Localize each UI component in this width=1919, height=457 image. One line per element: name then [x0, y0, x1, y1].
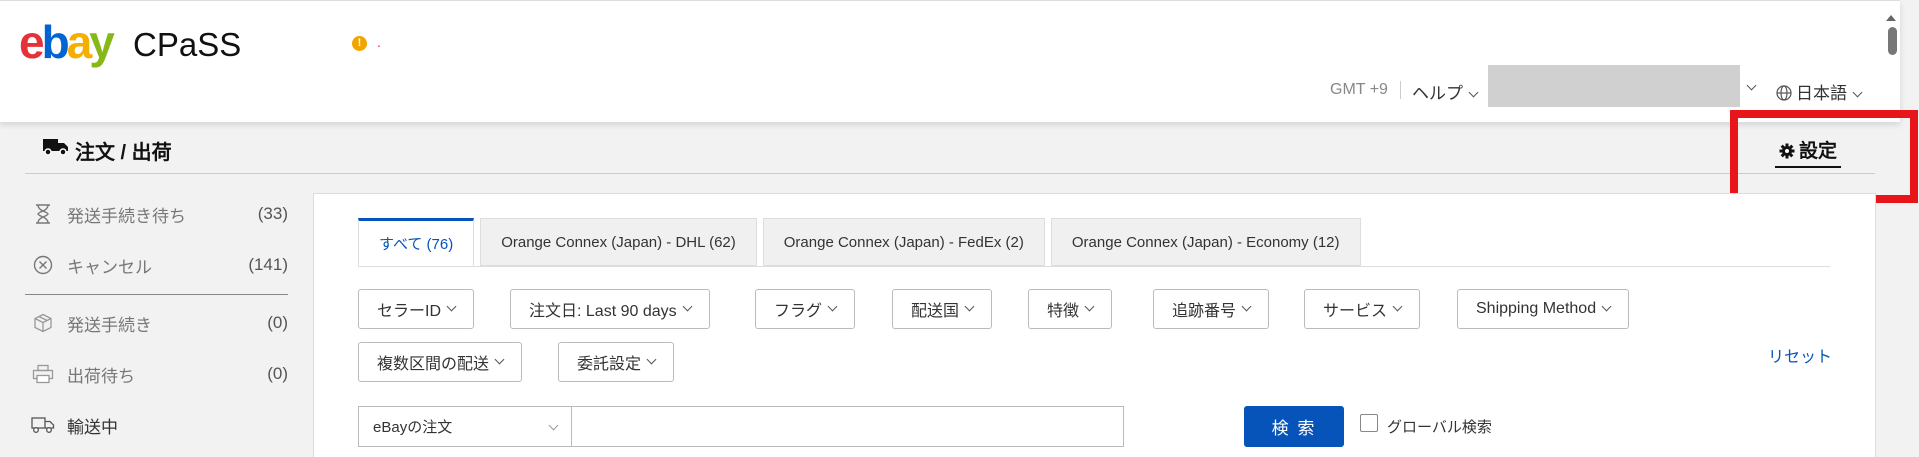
- warning-icon[interactable]: !: [352, 36, 367, 51]
- filter-label: セラーID: [377, 303, 442, 320]
- sidebar-item-count: (141): [248, 255, 288, 274]
- filter-label: 特徴: [1047, 303, 1080, 320]
- search-scope-select[interactable]: eBayの注文: [358, 406, 571, 447]
- chevron-down-icon: [1392, 301, 1403, 311]
- filter-tracking-number[interactable]: 追跡番号: [1153, 289, 1270, 329]
- filter-label: サービス: [1323, 303, 1388, 320]
- scrollbar-thumb[interactable]: [1888, 27, 1897, 55]
- global-search-checkbox[interactable]: [1360, 414, 1378, 432]
- page-title: 注文 / 出荷: [75, 142, 172, 164]
- chevron-down-icon: [682, 301, 693, 311]
- filter-multi-leg[interactable]: 複数区間の配送: [358, 342, 523, 382]
- filter-label: Shipping Method: [1476, 300, 1597, 317]
- filter-label: 追跡番号: [1172, 303, 1237, 320]
- chevron-down-icon: [1601, 301, 1612, 311]
- language-label: 日本語: [1796, 84, 1847, 103]
- printer-icon: [31, 362, 55, 386]
- scroll-up-arrow[interactable]: [1886, 15, 1896, 21]
- chevron-down-icon: [827, 301, 838, 311]
- truck-icon: [31, 413, 55, 437]
- filter-shipping-method[interactable]: Shipping Method: [1457, 289, 1630, 329]
- tab-economy[interactable]: Orange Connex (Japan) - Economy (12): [1050, 218, 1361, 266]
- sidebar-item-label: 発送手続き待ち: [67, 206, 186, 226]
- truck-icon: [43, 139, 68, 156]
- settings-tab[interactable]: 設定: [1775, 136, 1842, 168]
- tab-fedex[interactable]: Orange Connex (Japan) - FedEx (2): [762, 218, 1045, 266]
- sidebar-divider: [25, 294, 288, 295]
- cancel-circle-icon: [31, 253, 55, 277]
- globe-icon: [1776, 85, 1792, 101]
- global-search-label: グローバル検索: [1387, 419, 1492, 436]
- carrier-tabs: すべて (76) Orange Connex (Japan) - DHL (62…: [358, 218, 1367, 266]
- warning-text: .: [377, 34, 381, 50]
- tab-underline: [358, 266, 1830, 267]
- sidebar-item-count: (0): [267, 313, 288, 332]
- chevron-down-icon: [1084, 301, 1095, 311]
- app-name: CPaSS: [133, 26, 242, 63]
- filter-label: 委託設定: [577, 356, 642, 373]
- sidebar-item-awaiting-shipment[interactable]: 発送手続き待ち (33): [25, 194, 288, 234]
- filter-seller-id[interactable]: セラーID: [358, 289, 475, 329]
- sidebar-item-count: (33): [257, 204, 288, 223]
- chevron-down-icon: [1241, 301, 1252, 311]
- filter-label: 配送国: [911, 303, 960, 320]
- language-menu[interactable]: 日本語: [1776, 79, 1863, 104]
- sidebar-item-cancel[interactable]: キャンセル (141): [25, 245, 288, 285]
- sidebar-item-label: 輸送中: [67, 417, 118, 437]
- tab-all[interactable]: すべて (76): [358, 218, 475, 266]
- filter-features[interactable]: 特徴: [1028, 289, 1113, 329]
- settings-label: 設定: [1799, 141, 1838, 162]
- chevron-down-icon[interactable]: [1741, 79, 1757, 95]
- sidebar-item-shipping-procedure[interactable]: 発送手続き (0): [25, 303, 288, 343]
- chevron-down-icon: [646, 354, 657, 364]
- search-button[interactable]: 検 索: [1244, 406, 1344, 447]
- user-account-redacted[interactable]: [1488, 65, 1740, 107]
- chevron-down-icon: [446, 301, 457, 311]
- package-icon: [31, 311, 55, 335]
- search-input[interactable]: [571, 406, 1124, 447]
- top-header: ebay CPaSS ! . GMT +9 ヘルプ 日本語: [0, 0, 1900, 122]
- sidebar-item-awaiting-dispatch[interactable]: 出荷待ち (0): [25, 354, 288, 394]
- ebay-logo[interactable]: ebay: [19, 19, 115, 65]
- hourglass-icon: [31, 202, 55, 226]
- help-label: ヘルプ: [1412, 84, 1463, 103]
- filter-service[interactable]: サービス: [1304, 289, 1421, 329]
- chevron-down-icon: [1852, 87, 1863, 98]
- filter-flag[interactable]: フラグ: [755, 289, 856, 329]
- reset-link[interactable]: リセット: [1768, 343, 1832, 367]
- filter-ship-country[interactable]: 配送国: [892, 289, 993, 329]
- filter-label: フラグ: [774, 303, 823, 320]
- filter-consign[interactable]: 委託設定: [558, 342, 675, 382]
- orders-panel: すべて (76) Orange Connex (Japan) - DHL (62…: [313, 193, 1876, 457]
- chevron-down-icon: [964, 301, 975, 311]
- sidebar-item-label: 発送手続き: [67, 315, 152, 335]
- filter-label: 複数区間の配送: [377, 356, 490, 373]
- page-title-bar: 注文 / 出荷: [25, 122, 1875, 174]
- tab-dhl[interactable]: Orange Connex (Japan) - DHL (62): [480, 218, 757, 266]
- timezone-label: GMT +9: [1330, 81, 1388, 98]
- sidebar-item-label: 出荷待ち: [67, 366, 135, 386]
- filter-label: 注文日: Last 90 days: [529, 303, 677, 320]
- sidebar-item-count: (0): [267, 364, 288, 383]
- sidebar-item-in-transit[interactable]: 輸送中: [25, 405, 288, 445]
- filter-order-date[interactable]: 注文日: Last 90 days: [510, 289, 710, 329]
- chevron-down-icon: [1468, 87, 1479, 98]
- chevron-down-icon: [494, 354, 505, 364]
- divider: [1400, 81, 1401, 99]
- gear-icon: [1779, 143, 1795, 159]
- sidebar-item-label: キャンセル: [67, 257, 152, 277]
- search-scope-label: eBayの注文: [373, 419, 453, 436]
- chevron-down-icon: [548, 420, 559, 431]
- help-menu[interactable]: ヘルプ: [1412, 79, 1479, 104]
